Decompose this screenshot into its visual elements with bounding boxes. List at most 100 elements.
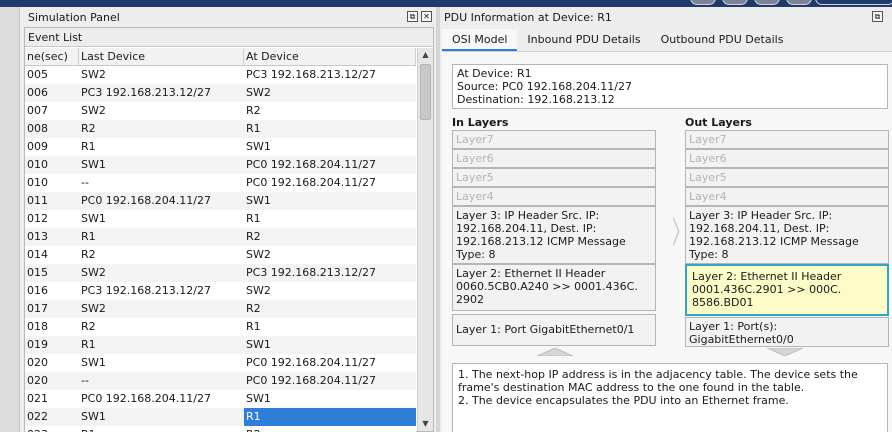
event-table-header: ne(sec) Last Device At Device: [25, 48, 416, 66]
cell-at-device: R2: [246, 302, 261, 315]
cell-time: 016: [27, 284, 48, 297]
tab-inbound-pdu-details[interactable]: Inbound PDU Details: [517, 29, 650, 51]
table-row[interactable]: 013 R1 R2: [25, 228, 416, 246]
in-layer-1[interactable]: Layer 1: Port GigabitEthernet0/1: [452, 314, 656, 346]
cell-time: 020: [27, 374, 48, 387]
table-row[interactable]: 010 SW1 PC0 192.168.204.11/27: [25, 156, 416, 174]
table-row[interactable]: 023R1R2: [25, 426, 416, 432]
cell-time: 010: [27, 176, 48, 189]
device-info-box: At Device: R1 Source: PC0 192.168.204.11…: [452, 64, 888, 109]
cell-time: 015: [27, 266, 48, 279]
out-layer-2[interactable]: Layer 2: Ethernet II Header 0001.436C.29…: [685, 264, 889, 316]
table-row[interactable]: 014 R2 SW2: [25, 246, 416, 264]
step-up-icon: [537, 348, 573, 356]
table-row[interactable]: 020 SW1 PC0 192.168.204.11/27: [25, 354, 416, 372]
event-table: ne(sec) Last Device At Device 005 SW2 PC3 …: [25, 48, 416, 432]
cell-time: 017: [27, 302, 48, 315]
table-row[interactable]: 006 PC3 192.168.213.12/27 SW2: [25, 84, 416, 102]
destination-text: Destination: 192.168.213.12: [457, 93, 615, 106]
cell-time: 009: [27, 140, 48, 153]
out-layer-4[interactable]: Layer4: [685, 187, 889, 206]
cell-last-device: R1: [81, 230, 96, 243]
cell-last-device: PC0 192.168.204.11/27: [81, 194, 211, 207]
cell-time: 022: [27, 410, 48, 423]
close-icon[interactable]: ✕: [421, 11, 432, 22]
toolbar-search-field[interactable]: [815, 0, 892, 5]
scrollbar-thumb[interactable]: [420, 64, 431, 120]
table-row[interactable]: 019 R1 SW1: [25, 336, 416, 354]
toolbar-button[interactable]: [786, 0, 812, 5]
description-line-2: 2. The device encapsulates the PDU into …: [458, 394, 789, 407]
cell-at-device: PC0 192.168.204.11/27: [246, 356, 376, 369]
cell-at-device: SW2: [246, 86, 271, 99]
column-header-last-device[interactable]: Last Device: [79, 48, 244, 65]
in-layer-3[interactable]: Layer 3: IP Header Src. IP: 192.168.204.…: [452, 206, 656, 264]
previous-layer-button[interactable]: [537, 348, 573, 356]
out-layer-7[interactable]: Layer7: [685, 130, 889, 149]
column-header-at-device[interactable]: At Device: [244, 48, 416, 65]
cell-at-device: SW1: [246, 140, 271, 153]
table-row[interactable]: 012 SW1 R1: [25, 210, 416, 228]
cell-at-device: R2: [246, 230, 261, 243]
table-row[interactable]: 017 SW2 R2: [25, 300, 416, 318]
cell-time: 013: [27, 230, 48, 243]
in-layer-6[interactable]: Layer6: [452, 149, 656, 168]
undock-icon[interactable]: ⧉: [407, 11, 418, 22]
cell-time: 010: [27, 158, 48, 171]
scroll-up-icon[interactable]: ▲: [418, 48, 433, 62]
table-row[interactable]: 008 R2 R1: [25, 120, 416, 138]
cell-last-device: R1: [79, 426, 244, 432]
table-row[interactable]: 020 -- PC0 192.168.204.11/27: [25, 372, 416, 390]
top-title-bar: [0, 0, 892, 7]
description-line-1: 1. The next-hop IP address is in the adj…: [458, 368, 858, 394]
in-layer-5[interactable]: Layer5: [452, 168, 656, 187]
undock-icon[interactable]: ⧉: [872, 11, 883, 22]
cell-at-device: SW2: [246, 248, 271, 261]
out-layer-6[interactable]: Layer6: [685, 149, 889, 168]
tab-outbound-pdu-details[interactable]: Outbound PDU Details: [651, 29, 794, 51]
table-row[interactable]: 010 -- PC0 192.168.204.11/27: [25, 174, 416, 192]
table-row[interactable]: 005 SW2 PC3 192.168.213.12/27: [25, 66, 416, 84]
cell-time: 018: [27, 320, 48, 333]
tab-osi-model[interactable]: OSI Model: [442, 29, 518, 51]
cell-at-device: PC3 192.168.213.12/27: [246, 68, 376, 81]
cell-at-device: R1: [244, 408, 416, 426]
table-row[interactable]: 011 PC0 192.168.204.11/27 SW1: [25, 192, 416, 210]
pdu-panel-title: PDU Information at Device: R1: [444, 11, 612, 24]
table-row[interactable]: 009 R1 SW1: [25, 138, 416, 156]
event-list-scrollbar[interactable]: ▲ ▼: [417, 48, 433, 431]
toolbar-button[interactable]: [722, 0, 748, 5]
toolbar-button[interactable]: [690, 0, 716, 5]
cell-at-device: R1: [246, 320, 261, 333]
cell-time: 005: [27, 68, 48, 81]
cell-time: 019: [27, 338, 48, 351]
table-row[interactable]: 016 PC3 192.168.213.12/27 SW2: [25, 282, 416, 300]
out-layer-1[interactable]: Layer 1: Port(s): GigabitEthernet0/0: [685, 317, 889, 347]
table-row[interactable]: 021 PC0 192.168.204.11/27 SW1: [25, 390, 416, 408]
in-layer-7[interactable]: Layer7: [452, 130, 656, 149]
cell-at-device: R1: [246, 212, 261, 225]
table-row[interactable]: 022 SW1 R1: [25, 408, 416, 426]
cell-last-device: SW2: [81, 302, 106, 315]
table-row[interactable]: 018 R2 R1: [25, 318, 416, 336]
cell-last-device: R2: [81, 320, 96, 333]
cell-at-device: SW1: [246, 338, 271, 351]
in-layer-4[interactable]: Layer4: [452, 187, 656, 206]
in-layer-2[interactable]: Layer 2: Ethernet II Header 0060.5CB0.A2…: [452, 264, 656, 311]
cell-time: 014: [27, 248, 48, 261]
cell-at-device: R2: [246, 104, 261, 117]
in-layers-label: In Layers: [452, 116, 509, 129]
cell-last-device: SW2: [81, 68, 106, 81]
step-down-icon: [767, 348, 803, 356]
toolbar-button[interactable]: [754, 0, 780, 5]
table-row[interactable]: 015 SW2 PC3 192.168.213.12/27: [25, 264, 416, 282]
table-row[interactable]: 007 SW2 R2: [25, 102, 416, 120]
out-layer-3[interactable]: Layer 3: IP Header Src. IP: 192.168.204.…: [685, 206, 889, 264]
cell-time: 007: [27, 104, 48, 117]
out-layer-5[interactable]: Layer5: [685, 168, 889, 187]
cell-last-device: R2: [81, 122, 96, 135]
next-layer-button[interactable]: [767, 348, 803, 356]
column-header-time[interactable]: ne(sec): [25, 48, 79, 65]
scroll-down-icon[interactable]: ▼: [418, 417, 433, 431]
cell-last-device: SW1: [81, 212, 106, 225]
